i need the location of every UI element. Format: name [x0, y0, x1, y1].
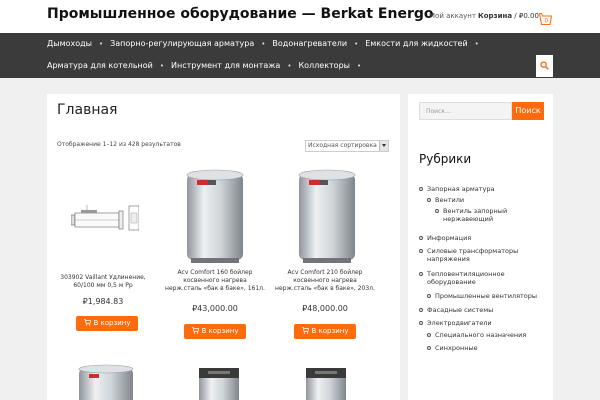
product-card: 303902 Vaillant Удлинение, 60/100 мм 0,5…	[51, 164, 155, 339]
category-link[interactable]: Запорная арматура	[419, 185, 547, 193]
cart-label: Корзина	[478, 12, 513, 20]
main-content: Главная Отображение 1–12 из 428 результа…	[47, 94, 400, 400]
cart-icon	[83, 319, 91, 326]
result-count: Отображение 1–12 из 428 результатов	[57, 141, 181, 148]
nav-separator: •	[159, 62, 165, 70]
add-to-cart-button[interactable]: В корзину	[76, 316, 138, 331]
nav-separator: •	[98, 40, 104, 48]
product-image-boiler[interactable]	[196, 366, 242, 400]
nav-item-tanks[interactable]: Емкости для жидкостей	[365, 39, 467, 48]
bullet-icon	[427, 346, 431, 350]
nav-separator: •	[354, 40, 359, 48]
nav-item-boiler-fittings[interactable]: Арматура для котельной	[47, 61, 153, 70]
add-to-cart-button[interactable]: В корзину	[184, 324, 246, 339]
nav-row-2: Арматура для котельной • Инструмент для мо…	[47, 61, 368, 73]
main-navigation: Дымоходы • Запорно-регулирующая арматура • В…	[0, 33, 600, 78]
category-label: Синхронные	[435, 344, 478, 352]
category-label: Электродвигатели	[427, 319, 492, 327]
nav-item-chimneys[interactable]: Дымоходы	[47, 39, 92, 48]
product-name[interactable]: Acv Comfort 160 бойлер косвенного нагрев…	[165, 269, 265, 293]
categories-title: Рубрики	[419, 152, 472, 166]
cart-link[interactable]: Корзина / ₽0.00	[478, 12, 539, 20]
bullet-icon	[419, 236, 423, 240]
product-image-boiler[interactable]	[303, 366, 349, 400]
bullet-icon	[427, 294, 431, 298]
nav-item-valves[interactable]: Запорно-регулирующая арматура	[110, 39, 254, 48]
category-label: Информация	[427, 234, 472, 242]
nav-separator: •	[287, 62, 292, 70]
category-link[interactable]: Электродвигатели	[419, 319, 547, 327]
category-link[interactable]: Тепловентиляционное оборудование	[419, 270, 527, 286]
category-link[interactable]: Промышленные вентиляторы	[427, 292, 545, 300]
nav-separator: •	[356, 62, 362, 70]
product-card: Acv Comfort 210 бойлер косвенного нагрев…	[273, 164, 377, 339]
category-link[interactable]: Специального назначения	[427, 331, 545, 339]
bullet-icon	[419, 187, 423, 191]
add-to-cart-label: В корзину	[311, 327, 349, 335]
product-price: ₽43,000.00	[192, 304, 238, 313]
search-toggle-button[interactable]	[536, 55, 553, 77]
nav-item-tools[interactable]: Инструмент для монтажа	[171, 61, 280, 70]
category-link[interactable]: Вентили	[427, 196, 545, 204]
category-label: Силовые трансформаторы напряжения	[427, 247, 519, 263]
bullet-icon	[419, 308, 423, 312]
search-input[interactable]: Поиск…	[419, 102, 512, 120]
add-to-cart-label: В корзину	[93, 319, 131, 327]
product-image-boiler-160[interactable]	[179, 168, 251, 264]
product-card: Acv Comfort 160 бойлер косвенного нагрев…	[163, 164, 267, 339]
site-header: Промышленное оборудование — Berkat Energ…	[0, 0, 600, 33]
add-to-cart-label: В корзину	[201, 327, 239, 335]
bullet-icon	[435, 209, 439, 213]
bullet-icon	[419, 249, 423, 253]
category-link[interactable]: Информация	[419, 234, 547, 242]
cart-icon[interactable]: 0	[538, 10, 553, 25]
category-link[interactable]: Синхронные	[427, 344, 545, 352]
nav-row-1: Дымоходы • Запорно-регулирующая арматура • В…	[47, 39, 486, 51]
sort-selected-value: Исходная сортировка	[308, 142, 377, 149]
sort-select[interactable]: Исходная сортировка	[305, 140, 389, 152]
cart-icon	[301, 327, 309, 334]
bullet-icon	[427, 333, 431, 337]
nav-separator: •	[261, 40, 266, 48]
category-label: Промышленные вентиляторы	[435, 292, 538, 300]
add-to-cart-button[interactable]: В корзину	[294, 324, 356, 339]
category-link[interactable]: Силовые трансформаторы напряжения	[419, 247, 527, 263]
cart-count: 0	[544, 18, 548, 25]
category-link[interactable]: Вентиль запорный нержавеющий	[435, 207, 523, 223]
page-title: Главная	[57, 102, 118, 118]
category-label: Фасадные системы	[427, 306, 494, 314]
nav-separator: •	[474, 40, 479, 48]
product-image-boiler[interactable]	[77, 364, 135, 400]
bullet-icon	[419, 321, 423, 325]
nav-item-water-heaters[interactable]: Водонагреватели	[272, 39, 347, 48]
cart-total: / ₽0.00	[512, 12, 539, 20]
product-image-boiler-210[interactable]	[291, 168, 363, 264]
category-label: Тепловентиляционное оборудование	[427, 270, 505, 286]
product-price: ₽48,000.00	[302, 304, 348, 313]
product-price: ₽1,984.83	[82, 297, 124, 306]
cart-icon	[191, 327, 199, 334]
chevron-down-icon	[379, 141, 388, 151]
product-image-flue-extension[interactable]	[71, 202, 139, 234]
product-name[interactable]: Acv Comfort 210 бойлер косвенного нагрев…	[275, 269, 375, 293]
bullet-icon	[427, 198, 431, 202]
nav-item-collectors[interactable]: Коллекторы	[298, 61, 350, 70]
search-icon	[540, 61, 549, 70]
category-link[interactable]: Фасадные системы	[419, 306, 547, 314]
sidebar: Поиск… Поиск Рубрики Запорная арматура В…	[408, 94, 553, 400]
search-button[interactable]: Поиск	[512, 102, 544, 120]
category-label: Вентили	[435, 196, 465, 204]
site-title[interactable]: Промышленное оборудование — Berkat Energ…	[47, 6, 434, 22]
product-name[interactable]: 303902 Vaillant Удлинение, 60/100 мм 0,5…	[53, 274, 153, 290]
category-label: Специального назначения	[435, 331, 527, 339]
bullet-icon	[419, 272, 423, 276]
category-label: Запорная арматура	[427, 185, 495, 193]
my-account-link[interactable]: Мой аккаунт	[429, 12, 476, 20]
category-label: Вентиль запорный нержавеющий	[443, 207, 508, 223]
